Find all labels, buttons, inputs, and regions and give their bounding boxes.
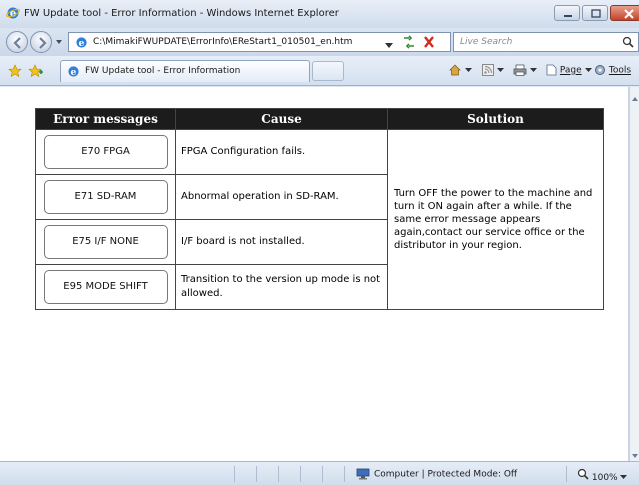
tab-active[interactable]: e FW Update tool - Error Information xyxy=(60,60,310,82)
status-divider xyxy=(278,466,279,482)
error-e95-button[interactable]: E95 MODE SHIFT xyxy=(43,270,168,304)
tools-menu-button[interactable]: Tools xyxy=(594,64,631,76)
status-divider xyxy=(256,466,257,482)
cause-cell: Transition to the version up mode is not… xyxy=(175,264,388,310)
error-message-cell: E75 I/F NONE xyxy=(35,219,176,265)
status-divider xyxy=(566,466,567,482)
new-tab-button[interactable] xyxy=(312,61,344,81)
status-divider xyxy=(322,466,323,482)
error-e70-button[interactable]: E70 FPGA xyxy=(43,135,168,169)
print-button[interactable] xyxy=(513,64,537,76)
page-menu-button[interactable]: Page xyxy=(546,64,592,76)
error-message-cell: E70 FPGA xyxy=(35,129,176,175)
refresh-icon[interactable] xyxy=(401,35,417,49)
address-bar[interactable]: e C:\MimakiFWUPDATE\ErrorInfo\EReStart1_… xyxy=(68,32,451,52)
history-dropdown-icon[interactable] xyxy=(55,37,63,47)
maximize-button[interactable] xyxy=(582,5,608,21)
status-bar: Computer | Protected Mode: Off 100% xyxy=(0,461,639,485)
error-e75-button[interactable]: E75 I/F NONE xyxy=(43,225,168,259)
computer-icon xyxy=(356,468,370,480)
svg-text:e: e xyxy=(79,38,85,49)
table-header-row: Error messages Cause Solution xyxy=(35,108,604,130)
header-cause: Cause xyxy=(175,108,388,130)
status-divider xyxy=(300,466,301,482)
error-e71-button[interactable]: E71 SD-RAM xyxy=(43,180,168,214)
cause-cell: FPGA Configuration fails. xyxy=(175,129,388,175)
add-favorites-icon[interactable] xyxy=(28,64,44,81)
window-title: FW Update tool - Error Information - Win… xyxy=(24,8,339,19)
feeds-button[interactable] xyxy=(482,64,504,76)
tab-label: FW Update tool - Error Information xyxy=(85,66,241,76)
search-placeholder[interactable]: Live Search xyxy=(460,37,512,47)
zoom-control[interactable]: 100% xyxy=(577,468,628,483)
favorites-star-icon[interactable] xyxy=(8,64,22,81)
search-box[interactable]: Live Search xyxy=(453,32,639,52)
cause-cell: I/F board is not installed. xyxy=(175,219,388,265)
navigation-bar: e C:\MimakiFWUPDATE\ErrorInfo\EReStart1_… xyxy=(0,28,639,56)
forward-button[interactable] xyxy=(30,31,52,53)
security-zone[interactable]: Computer | Protected Mode: Off xyxy=(356,468,517,480)
header-solution: Solution xyxy=(387,108,604,130)
minimize-button[interactable] xyxy=(554,5,580,21)
status-divider xyxy=(234,466,235,482)
table-row: E70 FPGA FPGA Configuration fails. Turn … xyxy=(35,129,604,310)
page-content: Error messages Cause Solution E70 FPGA F… xyxy=(0,87,629,461)
security-zone-text: Computer | Protected Mode: Off xyxy=(374,469,518,480)
address-dropdown-icon[interactable] xyxy=(385,39,393,52)
vertical-scrollbar[interactable] xyxy=(629,87,639,461)
tools-menu-label[interactable]: Tools xyxy=(609,66,631,76)
home-button[interactable] xyxy=(448,64,472,76)
title-bar: e FW Update tool - Error Information - W… xyxy=(0,0,639,28)
zoom-icon xyxy=(577,468,589,480)
header-error-messages: Error messages xyxy=(35,108,176,130)
cause-cell: Abnormal operation in SD-RAM. xyxy=(175,174,388,220)
solution-cell: Turn OFF the power to the machine and tu… xyxy=(387,129,604,310)
zoom-dropdown-icon[interactable] xyxy=(620,474,628,480)
back-button[interactable] xyxy=(6,31,28,53)
error-message-cell: E71 SD-RAM xyxy=(35,174,176,220)
page-icon: e xyxy=(75,36,88,49)
zoom-level: 100% xyxy=(591,473,618,483)
stop-icon[interactable] xyxy=(421,35,437,49)
svg-text:e: e xyxy=(71,67,77,78)
error-table: Error messages Cause Solution E70 FPGA F… xyxy=(35,108,604,310)
scroll-up-icon[interactable] xyxy=(632,91,638,104)
tab-page-icon: e xyxy=(67,65,80,81)
error-message-cell: E95 MODE SHIFT xyxy=(35,264,176,310)
url-text[interactable]: C:\MimakiFWUPDATE\ErrorInfo\EReStart1_01… xyxy=(93,37,352,47)
page-menu-label[interactable]: Page xyxy=(560,66,582,76)
status-divider xyxy=(344,466,345,482)
search-icon[interactable] xyxy=(622,36,634,51)
close-button[interactable] xyxy=(610,5,639,21)
tab-bar: e FW Update tool - Error Information Pag… xyxy=(0,56,639,86)
ie-icon: e xyxy=(6,6,20,20)
